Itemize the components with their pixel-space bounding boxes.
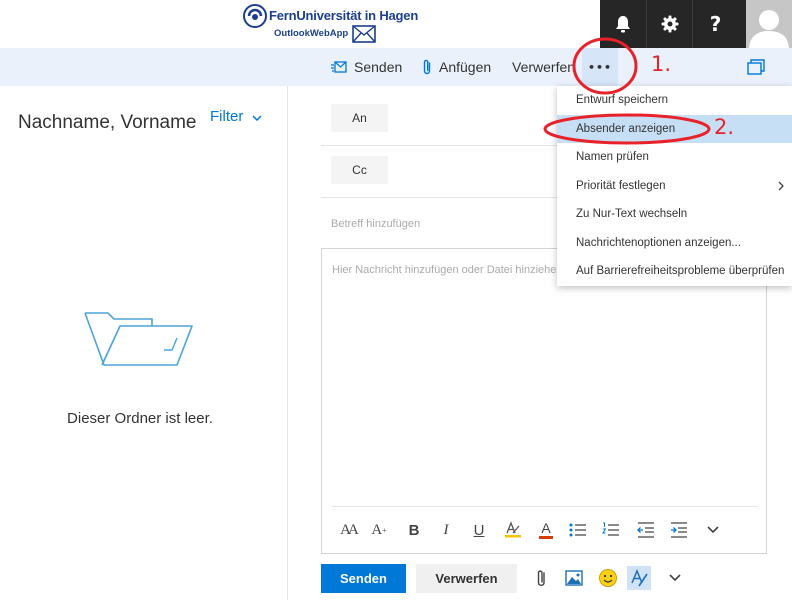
menu-item-label: Entwurf speichern: [576, 94, 669, 106]
paperclip-icon: [423, 59, 431, 74]
folder-pane: Nachname, Vorname Filter Dieser Ordner i…: [0, 86, 288, 600]
insert-emoji-button[interactable]: [596, 566, 620, 590]
command-bar: Senden Anfügen Verwerfen: [0, 48, 792, 86]
font-size-label: AA: [340, 521, 359, 538]
signature-format-button[interactable]: [627, 566, 651, 590]
message-body-placeholder: Hier Nachricht hinzufügen oder Datei hin…: [332, 264, 563, 276]
discard-button[interactable]: Verwerfen: [416, 564, 517, 593]
send-command-label: Senden: [354, 59, 403, 75]
logo-mark-icon: [243, 4, 267, 28]
empty-folder-icon: [84, 312, 193, 366]
menu-item-plain-text[interactable]: Zu Nur-Text wechseln: [557, 200, 792, 228]
numbered-list-icon: [602, 522, 619, 536]
menu-item-set-importance[interactable]: Priorität festlegen: [557, 172, 792, 200]
font-color-swatch: [539, 536, 553, 539]
app-header: FernUniversität in Hagen OutlookWebApp ?: [0, 0, 792, 48]
logo-subtitle: OutlookWebApp: [274, 28, 349, 39]
italic-button[interactable]: I: [437, 519, 455, 541]
decrease-indent-button[interactable]: [635, 519, 657, 541]
insert-attachment-button[interactable]: [529, 566, 553, 590]
highlighter-icon: [505, 521, 521, 538]
decrease-indent-icon: [637, 522, 654, 538]
cc-button[interactable]: Cc: [331, 156, 388, 184]
send-mail-icon: [331, 61, 347, 73]
settings-button[interactable]: [646, 0, 692, 48]
font-color-label: A: [541, 520, 551, 536]
bold-label: B: [408, 521, 420, 539]
discard-command[interactable]: Verwerfen: [512, 48, 575, 86]
bulleted-list-icon: [569, 523, 586, 537]
menu-item-label: Absender anzeigen: [576, 123, 676, 135]
menu-item-label: Auf Barrierefreiheitsprobleme überprüfen: [576, 265, 785, 277]
attach-command[interactable]: Anfügen: [422, 48, 491, 86]
font-size-button[interactable]: AA: [336, 519, 360, 541]
highlight-button[interactable]: [503, 519, 523, 541]
subject-input[interactable]: Betreff hinzufügen: [331, 218, 420, 230]
more-compose-options-button[interactable]: [663, 566, 687, 590]
bullets-button[interactable]: [568, 519, 588, 541]
format-toolbar-divider: [332, 506, 757, 507]
folder-title: Nachname, Vorname: [18, 112, 197, 133]
increase-indent-icon: [671, 522, 687, 538]
menu-item-label: Zu Nur-Text wechseln: [576, 208, 688, 220]
paperclip-icon: [537, 569, 545, 586]
underline-label: U: [473, 521, 485, 539]
format-painter-icon: [631, 569, 648, 587]
gear-icon: [661, 15, 678, 33]
discard-command-label: Verwerfen: [512, 59, 576, 75]
notifications-button[interactable]: [600, 0, 646, 48]
chevron-down-icon: [252, 114, 262, 121]
university-logo[interactable]: FernUniversität in Hagen OutlookWebApp: [241, 2, 418, 46]
user-avatar-icon: [749, 10, 789, 48]
annotation-step-1: 1.: [651, 52, 672, 76]
emoji-icon: [599, 569, 617, 587]
italic-label: I: [443, 521, 449, 538]
numbering-button[interactable]: [601, 519, 621, 541]
message-body-editor[interactable]: Hier Nachricht hinzufügen oder Datei hin…: [321, 248, 767, 554]
send-button[interactable]: Senden: [321, 564, 406, 593]
menu-item-accessibility-check[interactable]: Auf Barrierefreiheitsprobleme überprüfen: [557, 257, 792, 285]
picture-icon: [565, 570, 583, 586]
filter-label: Filter: [210, 108, 244, 125]
insert-picture-button[interactable]: [562, 566, 586, 590]
increase-indent-button[interactable]: [668, 519, 690, 541]
more-options-label: •••: [587, 60, 613, 74]
chevron-right-icon: [778, 181, 784, 191]
more-options-menu: Entwurf speichern Absender anzeigen Name…: [557, 86, 792, 286]
bell-icon: [616, 16, 630, 33]
more-formatting-button[interactable]: [703, 519, 723, 541]
filter-button[interactable]: Filter: [210, 108, 262, 125]
annotation-step-2: 2.: [714, 115, 735, 139]
menu-item-check-names[interactable]: Namen prüfen: [557, 143, 792, 171]
attach-command-label: Anfügen: [439, 59, 492, 75]
bold-button[interactable]: B: [405, 519, 423, 541]
menu-item-save-draft[interactable]: Entwurf speichern: [557, 86, 792, 114]
popout-window-icon: [747, 59, 765, 75]
grow-font-button[interactable]: A +: [370, 519, 388, 541]
menu-item-label: Nachrichtenoptionen anzeigen...: [576, 237, 741, 249]
top-toolbar: ?: [600, 0, 792, 48]
envelope-icon: [352, 25, 376, 43]
menu-item-show-from[interactable]: Absender anzeigen: [557, 115, 792, 143]
logo-name: FernUniversität in Hagen: [269, 8, 419, 23]
more-options-button[interactable]: •••: [582, 48, 618, 86]
font-color-button[interactable]: A: [536, 519, 556, 541]
menu-item-label: Namen prüfen: [576, 151, 649, 163]
chevron-down-icon: [707, 526, 719, 534]
popout-button[interactable]: [744, 56, 768, 78]
to-button[interactable]: An: [331, 104, 388, 132]
chevron-down-icon: [669, 574, 681, 582]
menu-item-message-options[interactable]: Nachrichtenoptionen anzeigen...: [557, 229, 792, 257]
help-button[interactable]: ?: [692, 0, 738, 48]
grow-font-label: A: [371, 521, 383, 538]
empty-folder-message: Dieser Ordner ist leer.: [67, 410, 213, 427]
user-avatar[interactable]: [746, 0, 792, 48]
underline-button[interactable]: U: [470, 519, 488, 541]
send-command[interactable]: Senden: [331, 48, 402, 86]
menu-item-label: Priorität festlegen: [576, 180, 666, 192]
